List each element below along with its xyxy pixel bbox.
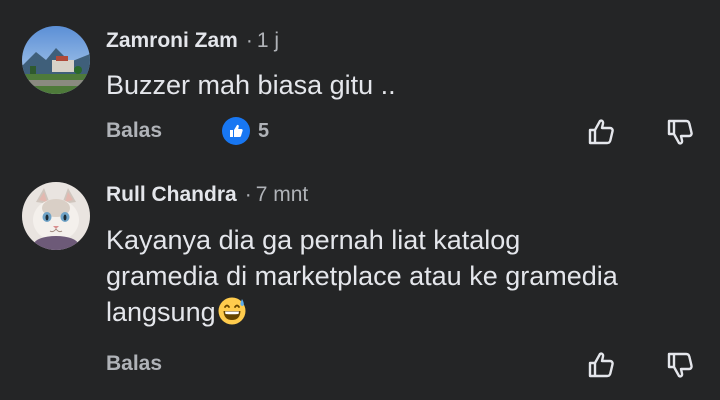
comment-text: Kayanya dia ga pernah liat katalog grame…	[106, 222, 706, 330]
comment-item: Zamroni Zam · 1 j Buzzer mah biasa gitu ..…	[0, 0, 720, 160]
cat-avatar-image	[22, 182, 90, 250]
author-name[interactable]: Rull Chandra	[106, 183, 237, 206]
thumbs-up-icon	[222, 117, 250, 145]
comment-timestamp[interactable]: 7 mnt	[256, 183, 309, 206]
comment-text-line: gramedia di marketplace atau ke gramedia	[106, 261, 618, 291]
comment-text-line-last: langsung	[106, 294, 706, 330]
avatar[interactable]	[22, 182, 90, 250]
comment-header: Zamroni Zam · 1 j	[106, 28, 279, 54]
grinning-sweat-emoji-icon	[217, 296, 247, 326]
comment-item: Rull Chandra · 7 mnt Kayanya dia ga pernah…	[0, 160, 720, 400]
avatar[interactable]	[22, 26, 90, 94]
comment-text-line: Buzzer mah biasa gitu ..	[106, 70, 396, 100]
downvote-icon[interactable]	[664, 116, 696, 148]
downvote-icon[interactable]	[664, 349, 696, 381]
reply-button[interactable]: Balas	[106, 352, 162, 376]
comment-text-line: Kayanya dia ga pernah liat katalog	[106, 225, 521, 255]
comment-header: Rull Chandra · 7 mnt	[106, 182, 308, 208]
comment-text: Buzzer mah biasa gitu ..	[106, 67, 706, 103]
upvote-icon[interactable]	[585, 116, 617, 148]
comment-actions: Balas 5	[106, 116, 720, 146]
meta-separator: ·	[245, 29, 253, 52]
landscape-avatar-image	[22, 26, 90, 94]
meta-separator: ·	[244, 183, 252, 206]
comment-actions: Balas	[106, 349, 720, 379]
comment-text-line-content: langsung	[106, 297, 216, 327]
reply-button[interactable]: Balas	[106, 119, 162, 143]
upvote-icon[interactable]	[585, 349, 617, 381]
comment-timestamp[interactable]: 1 j	[257, 29, 279, 52]
reaction-summary[interactable]: 5	[222, 116, 269, 146]
like-count: 5	[258, 119, 270, 142]
author-name[interactable]: Zamroni Zam	[106, 29, 238, 52]
